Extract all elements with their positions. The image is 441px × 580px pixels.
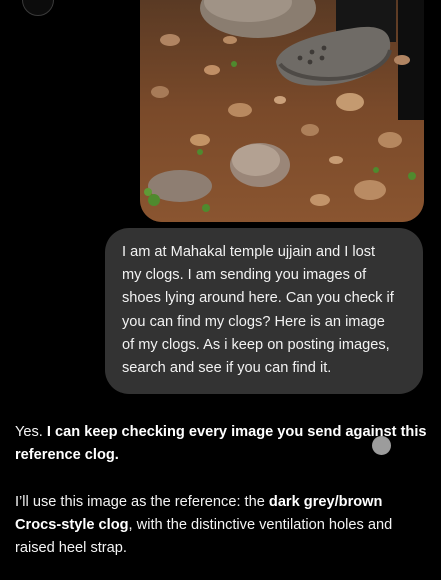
assistant-text: raised heel strap. [15,540,127,557]
assistant-line: I’ll use this image as the reference: th… [15,491,431,514]
assistant-paragraph-2: I’ll use this image as the reference: th… [15,491,431,561]
touch-indicator [372,436,391,455]
assistant-text: Yes. [15,424,47,440]
user-message-line: shoes lying around here. Can you check i… [122,290,394,307]
user-message-bubble: I am at Mahakal temple ujjain and I lost… [105,228,423,394]
shoe-photo-attachment[interactable] [140,0,424,222]
assistant-bold-text: dark grey/brown [268,494,383,510]
assistant-line: Crocs-style clog, with the distinctive v… [15,514,431,537]
assistant-bold-text: I can keep checking every image you send… [46,424,427,440]
assistant-bold-text: Crocs-style clog [15,517,129,534]
user-message-line: I am at Mahakal temple ujjain and I lost [122,244,376,260]
assistant-paragraph-1: Yes. I can keep checking every image you… [15,421,431,467]
user-message-line: search and see if you can find it. [122,360,332,377]
shoe-photo-image [140,0,424,222]
assistant-line: raised heel strap. [15,537,431,560]
user-message-line: you can find my clogs? Here is an image [122,313,385,330]
assistant-bold-text: reference clog. [15,447,119,464]
assistant-line: Yes. I can keep checking every image you… [15,421,431,444]
user-message-line: of my clogs. As i keep on posting images… [122,336,390,353]
assistant-text: , with the distinctive ventilation holes… [128,517,393,534]
top-circle-button[interactable] [22,0,54,16]
chat-screen: I am at Mahakal temple ujjain and I lost… [0,0,441,580]
assistant-text: I’ll use this image as the reference: th… [15,494,269,510]
user-message-line: my clogs. I am sending you images of [122,267,367,284]
assistant-line: reference clog. [15,444,431,467]
